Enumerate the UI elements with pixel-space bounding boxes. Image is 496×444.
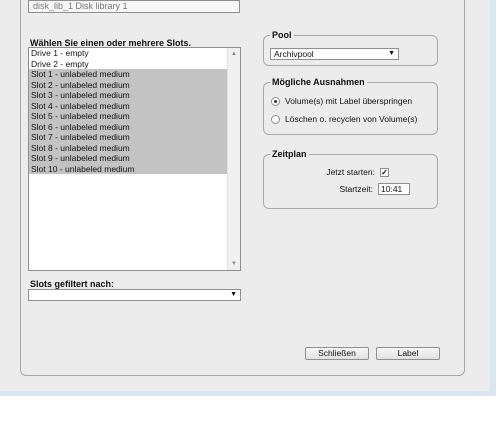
pool-select-value: Archivpool	[274, 49, 314, 59]
slot-list-item[interactable]: Slot 4 - unlabeled medium	[29, 100, 227, 111]
start-time-row: Startzeit: 10:41	[339, 183, 410, 195]
radio-skip-labeled[interactable]: Volume(s) mit Label überspringen	[271, 95, 412, 107]
radio-delete-recycle-control[interactable]	[271, 114, 280, 124]
schedule-group: Zeitplan Jetzt starten: ✓ Startzeit: 10:…	[263, 149, 438, 209]
close-button[interactable]: Schließen	[305, 347, 369, 360]
slot-list-item[interactable]: Drive 1 - empty	[29, 48, 227, 59]
chevron-down-icon: ▼	[230, 291, 237, 298]
start-now-row: Jetzt starten: ✓	[326, 166, 389, 178]
list-scrollbar[interactable]: ▲ ▼	[227, 48, 240, 270]
library-field: disk_lib_1 Disk library 1	[28, 0, 240, 13]
label-dialog: disk_lib_1 Disk library 1 Wählen Sie ein…	[0, 0, 490, 391]
filter-label: Slots gefiltert nach:	[30, 279, 115, 289]
chevron-down-icon: ▼	[388, 50, 395, 57]
radio-skip-labeled-label: Volume(s) mit Label überspringen	[285, 96, 413, 106]
slot-list-item[interactable]: Slot 7 - unlabeled medium	[29, 132, 227, 143]
radio-delete-recycle[interactable]: Löschen o. recyclen von Volume(s)	[271, 113, 417, 125]
slot-items: Drive 1 - empty Drive 2 - empty Slot 1 - u…	[29, 48, 240, 174]
label-button[interactable]: Label	[376, 347, 440, 360]
radio-delete-recycle-label: Löschen o. recyclen von Volume(s)	[285, 114, 418, 124]
slot-list-item[interactable]: Slot 8 - unlabeled medium	[29, 142, 227, 153]
slot-list-item[interactable]: Slot 9 - unlabeled medium	[29, 153, 227, 164]
slot-list-item[interactable]: Slot 5 - unlabeled medium	[29, 111, 227, 122]
slot-list-item[interactable]: Slot 10 - unlabeled medium	[29, 163, 227, 174]
radio-skip-labeled-control[interactable]	[271, 96, 280, 106]
scroll-down-icon[interactable]: ▼	[228, 259, 240, 269]
pool-legend: Pool	[272, 30, 292, 40]
start-now-label: Jetzt starten:	[326, 167, 375, 177]
scroll-up-icon[interactable]: ▲	[228, 49, 240, 59]
slot-list-item[interactable]: Slot 2 - unlabeled medium	[29, 79, 227, 90]
exceptions-legend: Mögliche Ausnahmen	[272, 77, 365, 87]
schedule-legend: Zeitplan	[272, 149, 307, 159]
start-now-checkbox[interactable]: ✓	[380, 167, 389, 177]
slot-list[interactable]: Drive 1 - empty Drive 2 - empty Slot 1 - u…	[28, 47, 241, 271]
filter-select[interactable]: ▼	[28, 289, 241, 301]
pool-select[interactable]: Archivpool ▼	[270, 48, 399, 60]
start-time-input[interactable]: 10:41	[378, 183, 410, 195]
slot-list-item[interactable]: Slot 1 - unlabeled medium	[29, 69, 227, 80]
start-time-label: Startzeit:	[339, 184, 373, 194]
checkmark-icon: ✓	[381, 167, 388, 177]
exceptions-group: Mögliche Ausnahmen Volume(s) mit Label ü…	[263, 77, 438, 135]
slot-list-item[interactable]: Slot 3 - unlabeled medium	[29, 90, 227, 101]
slot-list-item[interactable]: Slot 6 - unlabeled medium	[29, 121, 227, 132]
pool-group: Pool Archivpool ▼	[263, 30, 438, 66]
slot-list-item[interactable]: Drive 2 - empty	[29, 59, 227, 70]
